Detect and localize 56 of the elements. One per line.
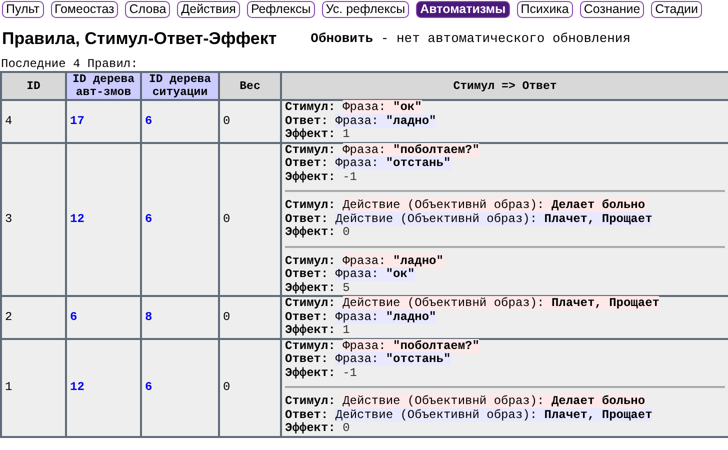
nav-tab[interactable]: Действия	[177, 1, 240, 18]
column-header: Стимул => Ответ	[281, 72, 728, 100]
id-link[interactable]: 8	[145, 310, 152, 324]
id-link[interactable]: 12	[70, 212, 84, 226]
rule-line: Стимул: Фраза: "ок"	[285, 101, 423, 115]
rule-line: Ответ: Фраза: "отстань"	[285, 157, 452, 171]
rule-line: Стимул: Фраза: "поболтаем?"	[285, 340, 480, 353]
rule-line: Эффект: 1	[285, 128, 351, 142]
rule-line: Эффект: 1	[285, 324, 351, 338]
column-header: Вес	[219, 72, 281, 100]
id-link[interactable]: 6	[70, 310, 78, 324]
rule-line: Эффект: 0	[285, 422, 351, 436]
nav-tab[interactable]: Гомеостаз	[50, 1, 118, 18]
nav-tab[interactable]: Ус. рефлексы	[322, 1, 410, 18]
nav-tab[interactable]: Психика	[516, 1, 573, 18]
page-title: Правила, Стимул-Ответ-Эффект	[2, 29, 277, 50]
id-link[interactable]: 17	[70, 114, 84, 128]
nav-tab[interactable]: Автоматизмы	[416, 1, 510, 18]
table-caption: Последние 4 Правил:	[0, 57, 139, 72]
rule-line: Ответ: Действие (Объективнй образ): Плачет, Прощает	[285, 212, 654, 226]
rule-line: Ответ: Фраза: "ладно"	[285, 310, 438, 324]
rule-line: Эффект: -1	[285, 170, 358, 184]
column-header: ID дерева авт-змов	[66, 72, 141, 100]
refresh-note: Обновить - нет автоматического обновления	[310, 30, 631, 48]
rule-line: Стимул: Действие (Объективнй образ): Делает больно	[285, 395, 646, 409]
table-cell: 0	[219, 142, 281, 296]
rule-line: Ответ: Фраза: "ладно"	[285, 114, 438, 128]
rule-line: Эффект: -1	[285, 366, 358, 380]
nav-tab[interactable]: Слова	[125, 1, 170, 18]
table-cell: 0	[219, 100, 281, 143]
table-cell: 1	[1, 338, 66, 437]
column-header: ID	[1, 72, 66, 100]
rule-line: Стимул: Действие (Объективнй образ): Делает больно	[285, 199, 646, 213]
refresh-link[interactable]: Обновить	[310, 31, 374, 46]
table-cell: 4	[1, 100, 66, 143]
table-cell: 2	[1, 296, 66, 339]
id-link[interactable]: 6	[145, 114, 152, 128]
rule-line: Ответ: Действие (Объективнй образ): Плачет, Прощает	[285, 408, 654, 422]
rule-line: Стимул: Фраза: "поболтаем?"	[285, 144, 480, 157]
nav-tab[interactable]: Рефлексы	[246, 1, 315, 18]
table-cell: 3	[1, 142, 66, 296]
rule-line: Ответ: Фраза: "ок"	[285, 268, 416, 282]
nav-tab[interactable]: Сознание	[580, 1, 644, 18]
column-header: ID дерева ситуации	[141, 72, 219, 100]
rule-line: Стимул: Действие (Объективнй образ): Плачет, Прощает	[285, 297, 660, 311]
id-link[interactable]: 6	[145, 380, 152, 394]
nav-tab[interactable]: Пульт	[2, 1, 44, 18]
nav-tab[interactable]: Стадии	[651, 1, 702, 18]
table-cell: 0	[219, 296, 281, 339]
id-link[interactable]: 12	[70, 380, 84, 394]
id-link[interactable]: 6	[145, 212, 152, 226]
rule-line: Стимул: Фраза: "ладно"	[285, 254, 444, 268]
rule-line: Эффект: 5	[285, 282, 351, 296]
table-cell: 0	[219, 338, 281, 437]
rule-line: Эффект: 0	[285, 226, 351, 240]
rule-line: Ответ: Фраза: "отстань"	[285, 353, 452, 367]
